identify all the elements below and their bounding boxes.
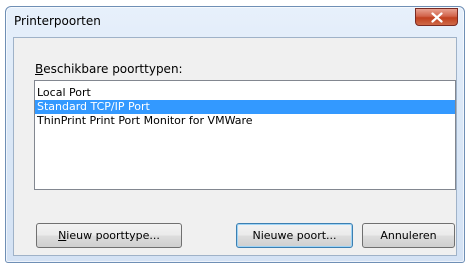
list-item-local-port[interactable]: Local Port bbox=[35, 86, 455, 100]
label-accelerator: B bbox=[35, 62, 44, 76]
new-port-button[interactable]: Nieuwe poort... bbox=[236, 223, 353, 248]
port-types-listbox[interactable]: Local Port Standard TCP/IP Port ThinPrin… bbox=[34, 80, 456, 190]
window-title: Printerpoorten bbox=[14, 14, 101, 28]
available-port-types-label: Beschikbare poorttypen: bbox=[35, 62, 183, 76]
close-button[interactable] bbox=[415, 8, 458, 26]
list-item-thinprint-port-monitor[interactable]: ThinPrint Print Port Monitor for VMWare bbox=[35, 114, 455, 128]
close-icon bbox=[430, 11, 443, 23]
cancel-button[interactable]: Annuleren bbox=[362, 223, 455, 248]
new-port-type-label: ieuw poorttype... bbox=[66, 229, 160, 242]
new-port-type-button[interactable]: Nieuw poorttype... bbox=[36, 223, 182, 248]
label-text: eschikbare poorttypen: bbox=[43, 62, 183, 76]
list-item-standard-tcpip-port[interactable]: Standard TCP/IP Port bbox=[35, 100, 455, 114]
title-bar[interactable]: Printerpoorten bbox=[6, 7, 464, 37]
button-accelerator: N bbox=[58, 229, 67, 242]
